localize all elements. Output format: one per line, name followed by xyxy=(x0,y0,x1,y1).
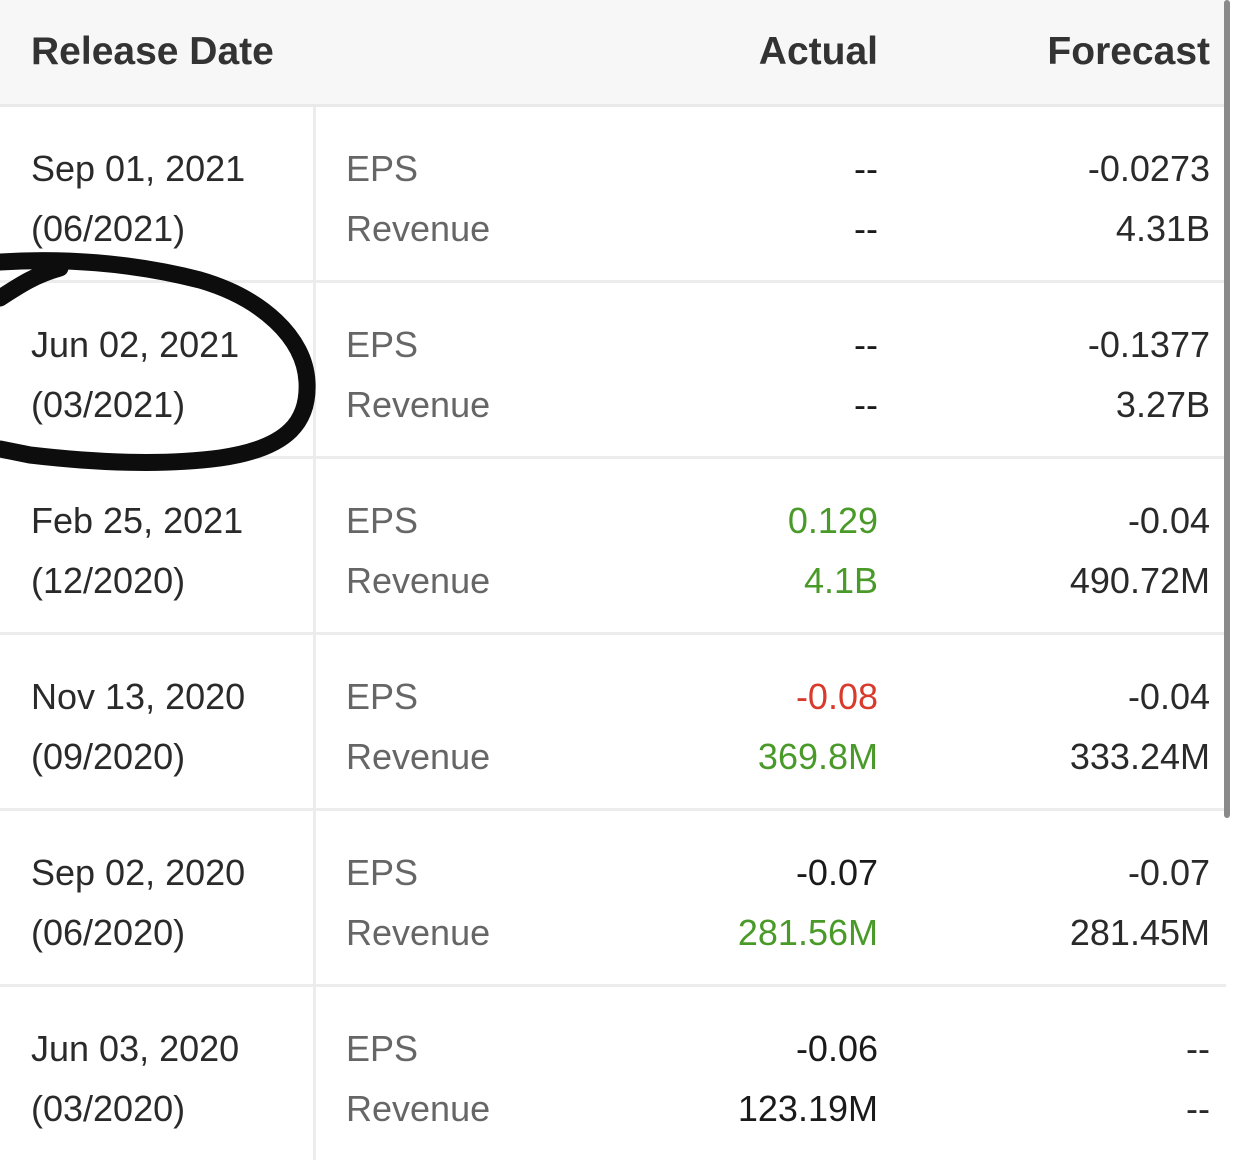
forecast-eps: -0.04 xyxy=(1127,676,1210,717)
header-release-date[interactable]: Release Date xyxy=(31,28,274,76)
fiscal-period: (09/2020) xyxy=(31,736,186,777)
column-divider xyxy=(313,107,316,280)
fiscal-period: (03/2020) xyxy=(31,1088,186,1129)
forecast-revenue: -- xyxy=(1186,1088,1210,1129)
metric-eps-label: EPS xyxy=(346,1028,419,1069)
table-row[interactable]: Nov 13, 2020 (09/2020) EPS Revenue -0.08… xyxy=(0,635,1226,811)
actual-revenue: -- xyxy=(854,208,878,249)
actual-eps: -0.06 xyxy=(795,1028,878,1069)
metric-eps-label: EPS xyxy=(346,852,419,893)
column-divider xyxy=(313,635,316,808)
actual-revenue: -- xyxy=(854,384,878,425)
header-actual[interactable]: Actual xyxy=(759,28,878,76)
fiscal-period: (06/2020) xyxy=(31,912,186,953)
release-date: Sep 02, 2020 xyxy=(31,852,246,893)
column-divider xyxy=(313,811,316,984)
release-date: Jun 03, 2020 xyxy=(31,1028,240,1069)
actual-revenue: 123.19M xyxy=(737,1088,878,1129)
metric-revenue-label: Revenue xyxy=(346,1088,491,1129)
forecast-revenue: 490.72M xyxy=(1069,560,1210,601)
actual-eps: 0.129 xyxy=(787,500,878,541)
metric-revenue-label: Revenue xyxy=(346,384,491,425)
earnings-table: Release Date Actual Forecast Sep 01, 202… xyxy=(0,0,1226,1160)
forecast-eps: -0.07 xyxy=(1127,852,1210,893)
column-divider xyxy=(313,987,316,1160)
actual-eps: -- xyxy=(854,324,878,365)
release-date: Nov 13, 2020 xyxy=(31,676,246,717)
actual-eps: -0.07 xyxy=(795,852,878,893)
metric-revenue-label: Revenue xyxy=(346,560,491,601)
forecast-eps: -- xyxy=(1186,1028,1210,1069)
actual-revenue: 4.1B xyxy=(803,560,878,601)
metric-revenue-label: Revenue xyxy=(346,208,491,249)
metric-revenue-label: Revenue xyxy=(346,912,491,953)
forecast-revenue: 4.31B xyxy=(1115,208,1210,249)
actual-eps: -- xyxy=(854,148,878,189)
fiscal-period: (12/2020) xyxy=(31,560,186,601)
column-divider xyxy=(313,459,316,632)
forecast-revenue: 281.45M xyxy=(1069,912,1210,953)
column-divider xyxy=(313,283,316,456)
actual-revenue: 281.56M xyxy=(737,912,878,953)
metric-eps-label: EPS xyxy=(346,676,419,717)
table-row[interactable]: Sep 02, 2020 (06/2020) EPS Revenue -0.07… xyxy=(0,811,1226,987)
table-row[interactable]: Sep 01, 2021 (06/2021) EPS Revenue -- --… xyxy=(0,107,1226,283)
fiscal-period: (03/2021) xyxy=(31,384,186,425)
actual-eps: -0.08 xyxy=(795,676,878,717)
release-date: Feb 25, 2021 xyxy=(31,500,244,541)
release-date: Sep 01, 2021 xyxy=(31,148,246,189)
fiscal-period: (06/2021) xyxy=(31,208,186,249)
metric-revenue-label: Revenue xyxy=(346,736,491,777)
header-forecast[interactable]: Forecast xyxy=(1047,28,1210,76)
forecast-eps: -0.04 xyxy=(1127,500,1210,541)
metric-eps-label: EPS xyxy=(346,148,419,189)
actual-revenue: 369.8M xyxy=(757,736,878,777)
forecast-eps: -0.1377 xyxy=(1087,324,1210,365)
table-row[interactable]: Feb 25, 2021 (12/2020) EPS Revenue 0.129… xyxy=(0,459,1226,635)
metric-eps-label: EPS xyxy=(346,324,419,365)
release-date: Jun 02, 2021 xyxy=(31,324,240,365)
table-row[interactable]: Jun 03, 2020 (03/2020) EPS Revenue -0.06… xyxy=(0,987,1226,1160)
forecast-eps: -0.0273 xyxy=(1087,148,1210,189)
table-row[interactable]: Jun 02, 2021 (03/2021) EPS Revenue -- --… xyxy=(0,283,1226,459)
vertical-scrollbar[interactable] xyxy=(1224,0,1230,818)
forecast-revenue: 3.27B xyxy=(1115,384,1210,425)
forecast-revenue: 333.24M xyxy=(1069,736,1210,777)
metric-eps-label: EPS xyxy=(346,500,419,541)
table-header: Release Date Actual Forecast xyxy=(0,0,1226,107)
